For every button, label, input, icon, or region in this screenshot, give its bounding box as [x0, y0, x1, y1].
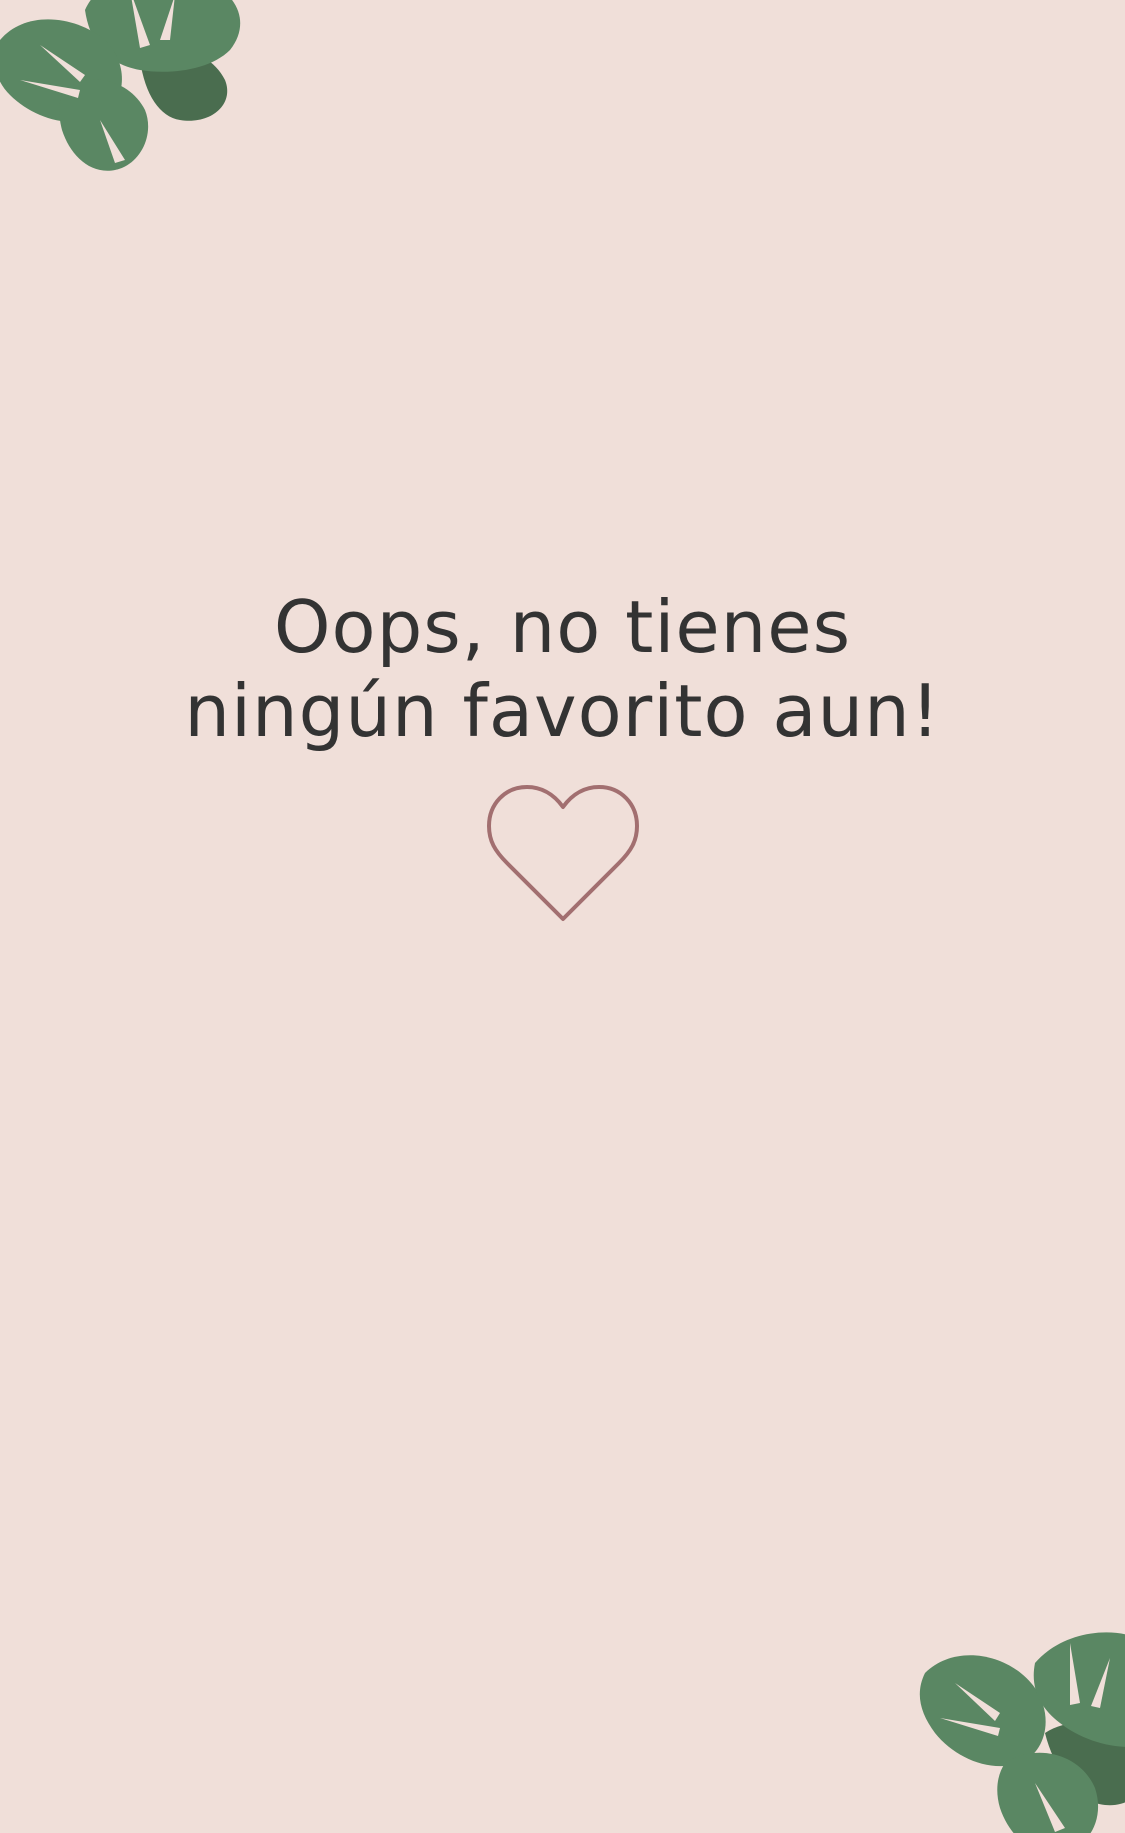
empty-favorites-message-line-2: ningún favorito aun! [184, 669, 941, 753]
heart-outline-icon [486, 785, 639, 921]
empty-favorites-message: Oops, no tienes ningún favorito aun! [184, 585, 940, 753]
empty-favorites-state: Oops, no tienes ningún favorito aun! [0, 585, 1125, 927]
monstera-leaf-top-icon [0, 0, 241, 171]
empty-favorites-message-line-1: Oops, no tienes [273, 585, 852, 669]
monstera-leaf-bottom-icon [919, 1632, 1125, 1833]
